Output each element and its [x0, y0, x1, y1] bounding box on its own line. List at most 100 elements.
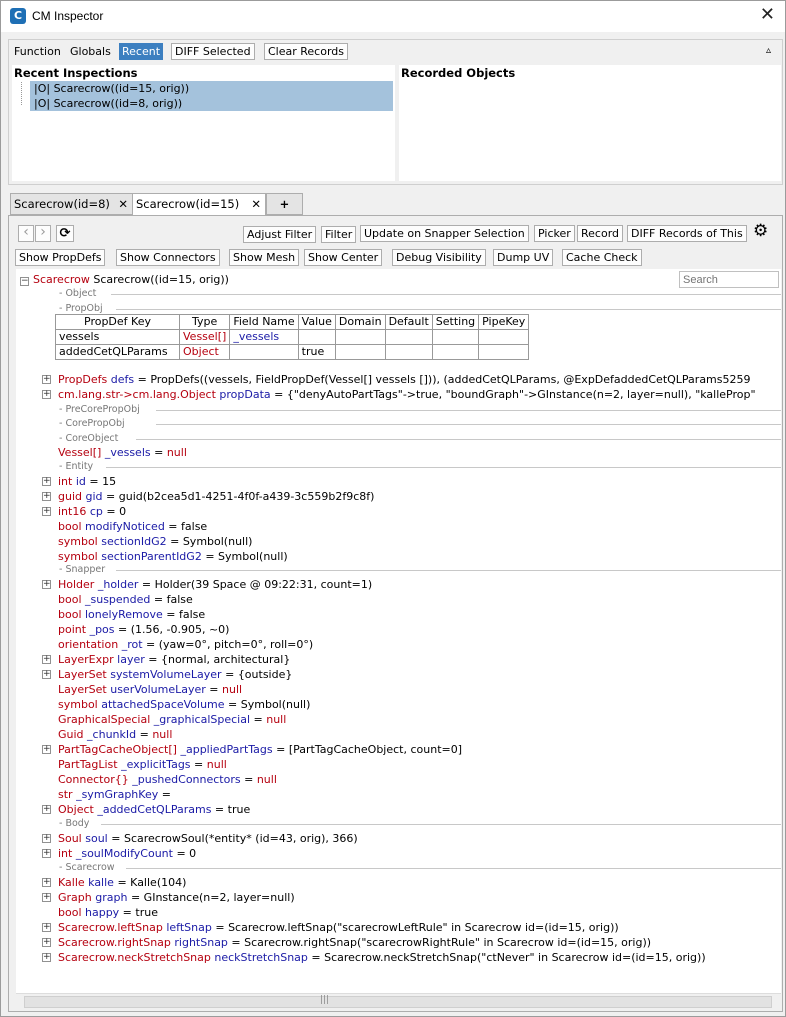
expand-toggle[interactable]: +	[42, 923, 51, 932]
field-row[interactable]: PartTagCacheObject[] _appliedPartTags = …	[58, 742, 462, 757]
field-row[interactable]: symbol sectionIdG2 = Symbol(null)	[58, 534, 252, 549]
picker-button[interactable]: Picker	[534, 225, 575, 242]
table-row[interactable]: vessels Vessel[] _vessels	[55, 329, 530, 345]
show-mesh-button[interactable]: Show Mesh	[229, 249, 300, 266]
show-connectors-button[interactable]: Show Connectors	[116, 249, 220, 266]
expand-toggle[interactable]: +	[42, 849, 51, 858]
recent-item[interactable]: |O| Scarecrow((id=15, orig))	[30, 81, 393, 96]
field-row[interactable]: int16 cp = 0	[58, 504, 126, 519]
update-on-snapper-button[interactable]: Update on Snapper Selection	[360, 225, 529, 242]
field-row[interactable]: symbol sectionParentIdG2 = Symbol(null)	[58, 549, 288, 564]
field-name: cp	[89, 505, 103, 518]
field-row[interactable]: Holder _holder = Holder(39 Space @ 09:22…	[58, 577, 372, 592]
diff-records-button[interactable]: DIFF Records of This	[627, 225, 747, 242]
collapse-icon[interactable]: ▵	[766, 42, 771, 59]
field-row[interactable]: LayerSet systemVolumeLayer = {outside}	[58, 667, 292, 682]
close-icon[interactable]: ✕	[760, 5, 775, 25]
refresh-icon[interactable]: ⟳	[56, 225, 74, 242]
expand-toggle[interactable]: +	[42, 580, 51, 589]
root-node[interactable]: Scarecrow Scarecrow((id=15, orig))	[33, 272, 229, 287]
expand-toggle[interactable]: +	[42, 390, 51, 399]
field-row[interactable]: bool lonelyRemove = false	[58, 607, 205, 622]
debug-visibility-button[interactable]: Debug Visibility	[392, 249, 486, 266]
cache-check-button[interactable]: Cache Check	[562, 249, 642, 266]
tab-scarecrow-8[interactable]: Scarecrow(id=8) ✕	[10, 193, 133, 215]
field-row[interactable]: LayerSet userVolumeLayer = null	[58, 682, 242, 697]
field-name: neckStretchSnap	[214, 951, 308, 964]
show-center-button[interactable]: Show Center	[304, 249, 383, 266]
tab-recent[interactable]: Recent	[119, 43, 164, 60]
field-eq: =	[205, 683, 223, 696]
field-row[interactable]: str _symGraphKey =	[58, 787, 171, 802]
expand-toggle[interactable]: +	[42, 893, 51, 902]
field-row[interactable]: bool modifyNoticed = false	[58, 519, 207, 534]
field-row[interactable]: symbol attachedSpaceVolume = Symbol(null…	[58, 697, 310, 712]
field-row[interactable]: Soul soul = ScarecrowSoul(*entity* (id=4…	[58, 831, 358, 846]
field-row[interactable]: Guid _chunkId = null	[58, 727, 172, 742]
field-row[interactable]: guid gid = guid(b2cea5d1-4251-4f0f-a439-…	[58, 489, 374, 504]
field-row[interactable]: cm.lang.str->cm.lang.Object propData = {…	[58, 387, 756, 402]
tab-function[interactable]: Function	[14, 43, 61, 60]
scroll-grip: |||	[320, 995, 330, 1005]
tab-globals[interactable]: Globals	[70, 43, 111, 60]
expand-toggle[interactable]: +	[42, 670, 51, 679]
search-input[interactable]	[679, 271, 779, 288]
field-row[interactable]: PropDefs defs = PropDefs((vessels, Field…	[58, 372, 751, 387]
expand-toggle[interactable]: +	[42, 655, 51, 664]
horizontal-scrollbar[interactable]: |||	[16, 993, 781, 1010]
collapse-toggle[interactable]: −	[20, 277, 29, 286]
record-button[interactable]: Record	[577, 225, 624, 242]
expand-toggle[interactable]: +	[42, 938, 51, 947]
field-row[interactable]: bool _suspended = false	[58, 592, 193, 607]
expand-toggle[interactable]: +	[42, 745, 51, 754]
adjust-filter-button[interactable]: Adjust Filter	[243, 226, 317, 243]
gear-icon[interactable]: ⚙	[753, 223, 768, 240]
expand-toggle[interactable]: +	[42, 375, 51, 384]
field-type: bool	[58, 520, 82, 533]
expand-toggle[interactable]: +	[42, 507, 51, 516]
expand-toggle[interactable]: +	[42, 492, 51, 501]
filter-button[interactable]: Filter	[321, 226, 357, 243]
expand-toggle[interactable]: +	[42, 805, 51, 814]
field-type: Holder	[58, 578, 95, 591]
table-row[interactable]: addedCetQLParams Object true	[55, 344, 530, 360]
forward-icon[interactable]: ›	[35, 225, 51, 242]
field-row[interactable]: PartTagList _explicitTags = null	[58, 757, 227, 772]
show-propdefs-button[interactable]: Show PropDefs	[15, 249, 106, 266]
field-row[interactable]: bool happy = true	[58, 905, 158, 920]
field-value: 0	[119, 505, 127, 518]
field-row[interactable]: Vessel[] _vessels = null	[58, 445, 187, 460]
field-row[interactable]: orientation _rot = (yaw=0°, pitch=0°, ro…	[58, 637, 313, 652]
expand-toggle[interactable]: +	[42, 953, 51, 962]
field-row[interactable]: Scarecrow.neckStretchSnap neckStretchSna…	[58, 950, 706, 965]
tab-scarecrow-15[interactable]: Scarecrow(id=15) ✕	[132, 193, 266, 216]
diff-selected-button[interactable]: DIFF Selected	[171, 43, 255, 60]
field-row[interactable]: Scarecrow.leftSnap leftSnap = Scarecrow.…	[58, 920, 619, 935]
recent-item[interactable]: |O| Scarecrow((id=8, orig))	[30, 96, 393, 111]
expand-toggle[interactable]: +	[42, 834, 51, 843]
field-row[interactable]: Graph graph = GInstance(n=2, layer=null)	[58, 890, 295, 905]
close-icon[interactable]: ✕	[118, 194, 128, 214]
section-divider	[106, 467, 781, 468]
expand-toggle[interactable]: +	[42, 878, 51, 887]
field-row[interactable]: LayerExpr layer = {normal, architectural…	[58, 652, 290, 667]
scrollbar-thumb[interactable]: |||	[24, 995, 772, 1008]
field-type: point	[58, 623, 87, 636]
back-icon[interactable]: ‹	[18, 225, 34, 242]
close-icon[interactable]: ✕	[251, 194, 261, 214]
clear-records-button[interactable]: Clear Records	[264, 43, 349, 60]
expand-toggle[interactable]: +	[42, 477, 51, 486]
field-name: _chunkId	[87, 728, 137, 741]
field-row[interactable]: point _pos = (1.56, -0.905, ~0)	[58, 622, 229, 637]
field-row[interactable]: int _soulModifyCount = 0	[58, 846, 196, 861]
field-eq: =	[102, 505, 120, 518]
dump-uv-button[interactable]: Dump UV	[493, 249, 554, 266]
field-row[interactable]: Object _addedCetQLParams = true	[58, 802, 250, 817]
field-row[interactable]: int id = 15	[58, 474, 116, 489]
field-eq: =	[138, 578, 155, 591]
field-row[interactable]: Connector{} _pushedConnectors = null	[58, 772, 277, 787]
field-row[interactable]: GraphicalSpecial _graphicalSpecial = nul…	[58, 712, 286, 727]
field-row[interactable]: Scarecrow.rightSnap rightSnap = Scarecro…	[58, 935, 651, 950]
add-tab-button[interactable]: +	[266, 193, 303, 215]
field-row[interactable]: Kalle kalle = Kalle(104)	[58, 875, 186, 890]
